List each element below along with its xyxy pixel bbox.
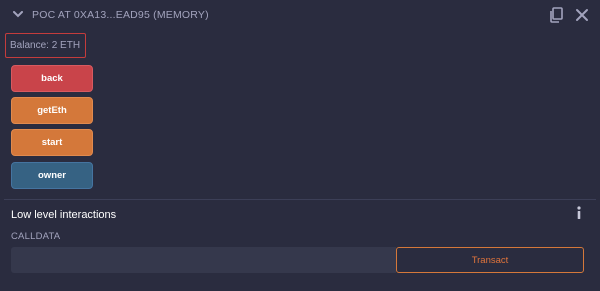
contract-title[interactable]: POC AT 0XA13...EAD95 (MEMORY): [32, 9, 209, 21]
low-level-title: Low level interactions: [11, 209, 117, 221]
balance-text: Balance: 2 ETH: [10, 40, 81, 51]
chevron-down-icon[interactable]: [12, 9, 24, 19]
contract-header[interactable]: POC AT 0XA13...EAD95 (MEMORY): [0, 0, 600, 30]
section-divider: [4, 199, 596, 200]
copy-icon[interactable]: [549, 7, 563, 23]
owner-button[interactable]: owner: [11, 162, 93, 189]
start-button[interactable]: start: [11, 129, 93, 156]
info-icon[interactable]: [575, 206, 583, 220]
transact-button[interactable]: Transact: [396, 247, 584, 273]
geteth-button[interactable]: getEth: [11, 97, 93, 124]
calldata-label: CALLDATA: [11, 231, 61, 242]
calldata-input[interactable]: [11, 247, 396, 273]
back-button[interactable]: back: [11, 65, 93, 92]
close-icon[interactable]: [574, 7, 590, 23]
